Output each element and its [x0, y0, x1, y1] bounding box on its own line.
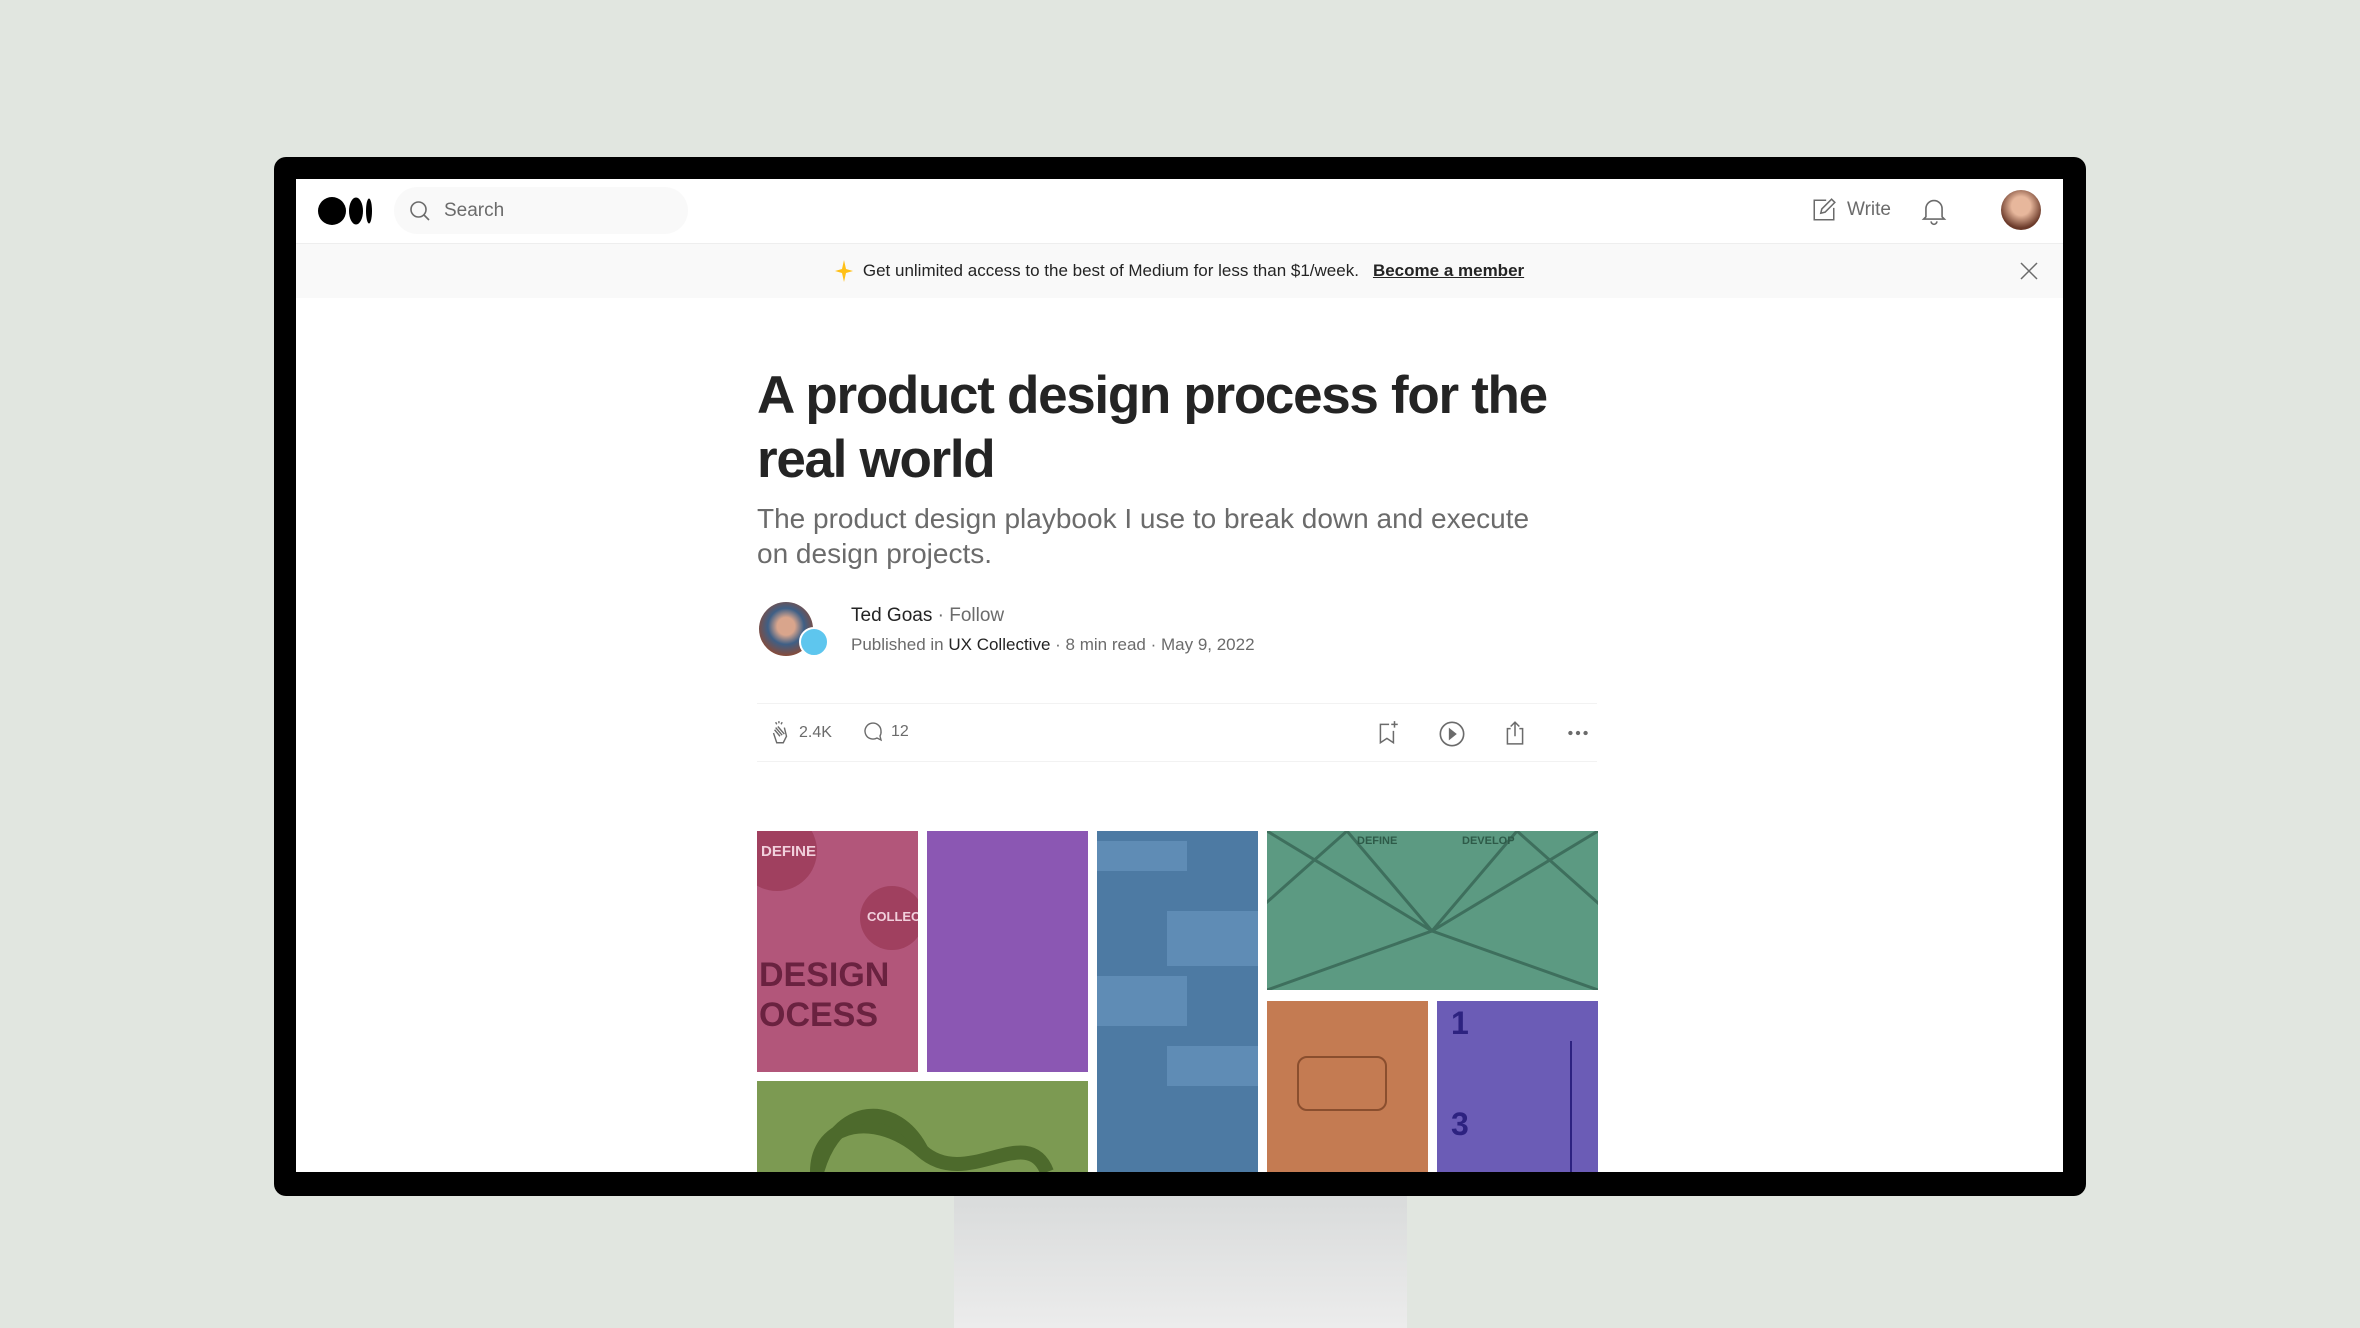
clap-button[interactable]: 2.4K [767, 720, 832, 746]
clap-count: 2.4K [799, 724, 832, 741]
meta-row: Published in UX Collective · 8 min read … [851, 635, 1255, 654]
monitor-stand [954, 1196, 1407, 1328]
more-options-icon[interactable] [1565, 720, 1591, 746]
comment-icon [864, 722, 883, 742]
publication-link[interactable]: UX Collective [948, 635, 1050, 654]
hero-image-collage: DEFINE COLLECT DESIGN OCESS DEFINE DEVEL… [757, 831, 1598, 1172]
write-button[interactable]: Write [1811, 197, 1891, 223]
action-bar: 2.4K 12 [757, 703, 1597, 762]
author-name[interactable]: Ted Goas [851, 605, 932, 626]
tile-planning: 1 3 [1437, 1001, 1598, 1172]
listen-play-icon[interactable] [1438, 720, 1466, 748]
tile-prototypes [1267, 1001, 1428, 1172]
tile-flow [1097, 831, 1258, 1172]
publication-avatar[interactable] [799, 627, 829, 657]
become-member-link[interactable]: Become a member [1373, 261, 1524, 281]
tile-double-diamond: DEFINE DEVELOP [1267, 831, 1598, 990]
close-icon[interactable] [2017, 259, 2041, 283]
search-input[interactable]: Search [394, 187, 688, 234]
published-in-label: Published in [851, 635, 944, 654]
search-icon [410, 200, 430, 221]
tile-research [927, 831, 1088, 1072]
notifications-bell-icon[interactable] [1920, 196, 1948, 226]
author-row: Ted Goas · Follow [851, 605, 1005, 626]
share-icon[interactable] [1502, 720, 1528, 746]
read-time: 8 min read [1065, 635, 1146, 654]
sparkle-icon [834, 260, 853, 282]
tile-define-design-process: DEFINE COLLECT DESIGN OCESS [757, 831, 918, 1072]
write-label: Write [1847, 199, 1891, 220]
membership-banner: Get unlimited access to the best of Medi… [296, 244, 2063, 298]
browser-screen: Search Write Get unlimited access to the… [296, 179, 2063, 1172]
follow-link[interactable]: Follow [949, 605, 1004, 626]
banner-text: Get unlimited access to the best of Medi… [862, 261, 1359, 280]
article-title: A product design process for the real wo… [757, 366, 1548, 489]
responses-button[interactable]: 12 [861, 720, 909, 744]
medium-logo[interactable] [318, 195, 374, 227]
article-subtitle: The product design playbook I use to bre… [757, 503, 1530, 569]
bookmark-add-icon[interactable] [1375, 720, 1401, 746]
user-avatar[interactable] [2001, 190, 2041, 230]
tile-infinity-loop [757, 1081, 1088, 1172]
write-icon [1813, 198, 1836, 221]
search-placeholder: Search [444, 199, 505, 221]
clap-icon [772, 721, 788, 744]
response-count: 12 [891, 723, 909, 740]
publish-date: May 9, 2022 [1160, 635, 1255, 654]
top-nav: Search Write [296, 179, 2063, 244]
